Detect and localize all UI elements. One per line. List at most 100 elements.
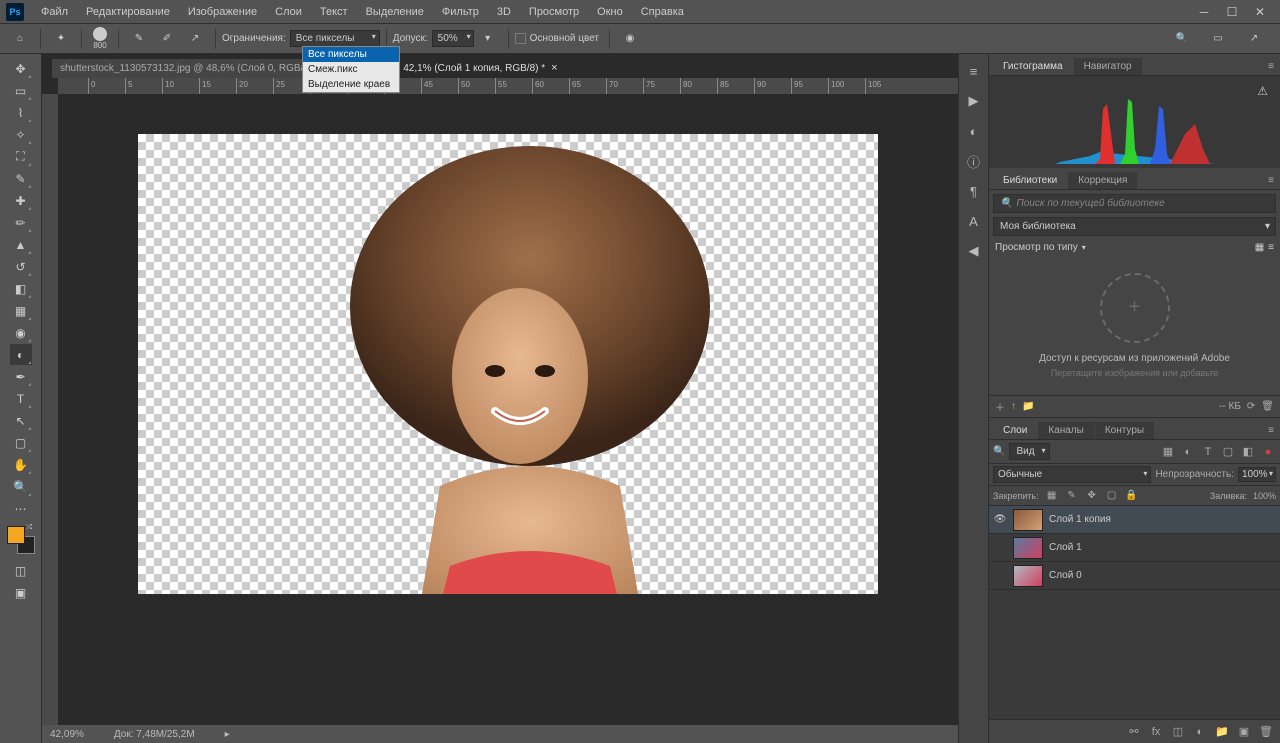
brush-settings-icon[interactable]: ✎ xyxy=(127,27,151,51)
menu-3d[interactable]: 3D xyxy=(488,2,520,22)
eraser-tool[interactable]: ◧ xyxy=(10,278,32,299)
panel-menu-icon[interactable]: ≡ xyxy=(1262,58,1280,75)
gradient-tool[interactable]: ▦ xyxy=(10,300,32,321)
adjustment-layer-icon[interactable]: ◐ xyxy=(1192,724,1208,740)
histogram-warning-icon[interactable]: ⚠ xyxy=(1257,84,1268,98)
delete-layer-icon[interactable]: 🗑 xyxy=(1258,724,1274,740)
panel-menu-icon[interactable]: ≡ xyxy=(1262,172,1280,189)
visibility-icon[interactable]: 👁 xyxy=(993,514,1007,525)
limit-option-contiguous[interactable]: Смеж.пикс xyxy=(303,62,399,77)
blur-tool[interactable]: ◉ xyxy=(10,322,32,343)
path-select-tool[interactable]: ↖ xyxy=(10,410,32,431)
foreground-color[interactable] xyxy=(7,526,25,544)
glyphs-panel-icon[interactable]: ◀ xyxy=(963,240,985,262)
layer-row[interactable]: Слой 1 xyxy=(989,534,1280,562)
limit-dropdown[interactable]: Все пикселы xyxy=(290,30,380,47)
screen-mode-tool[interactable]: ▣ xyxy=(10,582,32,603)
brush-preview[interactable]: 800 xyxy=(88,27,112,51)
zoom-tool[interactable]: 🔍 xyxy=(10,476,32,497)
tab-histogram[interactable]: Гистограмма xyxy=(993,58,1073,75)
library-selector[interactable]: Моя библиотека xyxy=(993,217,1276,236)
menu-window[interactable]: Окно xyxy=(588,2,632,22)
window-close-icon[interactable]: ✕ xyxy=(1246,2,1274,22)
edit-toolbar[interactable]: ⋯ xyxy=(10,498,32,519)
layer-thumbnail[interactable] xyxy=(1013,509,1043,531)
limit-option-find-edges[interactable]: Выделение краев xyxy=(303,77,399,92)
menu-text[interactable]: Текст xyxy=(311,2,357,22)
pressure-opacity-icon[interactable]: ◉ xyxy=(618,27,642,51)
brush-tool[interactable]: ✏ xyxy=(10,212,32,233)
sync-icon[interactable]: ⟳ xyxy=(1247,401,1255,412)
menu-layers[interactable]: Слои xyxy=(266,2,311,22)
rectangle-tool[interactable]: ▢ xyxy=(10,432,32,453)
layer-name[interactable]: Слой 1 копия xyxy=(1049,514,1111,525)
add-content-icon[interactable]: ＋ xyxy=(995,399,1005,414)
filter-type-icon[interactable]: T xyxy=(1200,444,1216,460)
menu-file[interactable]: Файл xyxy=(32,2,77,22)
move-tool[interactable]: ✥ xyxy=(10,58,32,79)
link-layers-icon[interactable]: ⚯ xyxy=(1126,724,1142,740)
doc-status[interactable]: Док: 7,48M/25,2M xyxy=(114,729,195,740)
tablet-pressure-icon[interactable]: ↗ xyxy=(183,27,207,51)
menu-edit[interactable]: Редактирование xyxy=(77,2,179,22)
layer-style-icon[interactable]: fx xyxy=(1148,724,1164,740)
menu-help[interactable]: Справка xyxy=(632,2,693,22)
quick-mask-tool[interactable]: ◫ xyxy=(10,560,32,581)
layer-row[interactable]: Слой 0 xyxy=(989,562,1280,590)
blend-mode-dropdown[interactable]: Обычные xyxy=(993,466,1151,483)
filter-shape-icon[interactable]: ▢ xyxy=(1220,444,1236,460)
status-chevron-icon[interactable]: ▸ xyxy=(225,729,230,740)
swap-colors-icon[interactable]: ⤮ xyxy=(27,524,35,532)
layer-name[interactable]: Слой 0 xyxy=(1049,570,1082,581)
tolerance-stepper-icon[interactable]: ▾ xyxy=(476,27,500,51)
layer-name[interactable]: Слой 1 xyxy=(1049,542,1082,553)
tab-channels[interactable]: Каналы xyxy=(1038,422,1094,439)
color-swatches[interactable]: ⤮ xyxy=(7,526,35,554)
filter-toggle-icon[interactable]: ● xyxy=(1260,444,1276,460)
lock-artboard-icon[interactable]: ▢ xyxy=(1105,489,1119,503)
pen-tool[interactable]: ✒ xyxy=(10,366,32,387)
fill-field[interactable]: 100% xyxy=(1253,491,1276,501)
tool-preset-icon[interactable]: ✦ xyxy=(49,27,73,51)
paragraph-panel-icon[interactable]: ¶ xyxy=(963,180,985,202)
library-search[interactable]: 🔍 Поиск по текущей библиотеке xyxy=(993,194,1276,213)
actions-panel-icon[interactable]: ▶ xyxy=(963,90,985,112)
tab-adjustments[interactable]: Коррекция xyxy=(1068,172,1137,189)
window-maximize-icon[interactable]: ☐ xyxy=(1218,2,1246,22)
workspace-icon[interactable]: ▭ xyxy=(1206,27,1230,51)
history-brush-tool[interactable]: ↺ xyxy=(10,256,32,277)
layer-thumbnail[interactable] xyxy=(1013,565,1043,587)
lock-position-icon[interactable]: ✥ xyxy=(1085,489,1099,503)
lock-transparency-icon[interactable]: ▦ xyxy=(1045,489,1059,503)
eyedropper-tool[interactable]: ✎ xyxy=(10,168,32,189)
close-icon[interactable]: × xyxy=(551,62,557,74)
tab-libraries[interactable]: Библиотеки xyxy=(993,172,1067,189)
search-icon[interactable]: 🔍 xyxy=(993,446,1005,457)
grid-view-icon[interactable]: ▦ xyxy=(1255,242,1264,253)
canvas[interactable] xyxy=(138,134,878,594)
list-view-icon[interactable]: ≡ xyxy=(1268,242,1274,253)
panel-menu-icon[interactable]: ≡ xyxy=(1262,422,1280,439)
magic-wand-tool[interactable]: ✧ xyxy=(10,124,32,145)
library-dropzone[interactable]: + Доступ к ресурсам из приложений Adobe … xyxy=(989,255,1280,395)
menu-filter[interactable]: Фильтр xyxy=(433,2,488,22)
trash-icon[interactable]: 🗑 xyxy=(1261,401,1274,412)
filter-adjust-icon[interactable]: ◐ xyxy=(1180,444,1196,460)
layer-mask-icon[interactable]: ◫ xyxy=(1170,724,1186,740)
layer-filter-kind[interactable]: Вид xyxy=(1009,443,1049,460)
crop-tool[interactable]: ⛶ xyxy=(10,146,32,167)
info-panel-icon[interactable]: ⓘ xyxy=(963,150,985,172)
adjustments-panel-icon[interactable]: ◐ xyxy=(963,120,985,142)
horizontal-ruler[interactable]: 0510152025303540455055606570758085909510… xyxy=(58,78,958,94)
properties-panel-icon[interactable]: ≡ xyxy=(963,60,985,82)
window-minimize-icon[interactable]: ─ xyxy=(1190,2,1218,22)
search-icon[interactable]: 🔍 xyxy=(1170,27,1194,51)
vertical-ruler[interactable] xyxy=(42,94,58,727)
group-icon[interactable]: 📁 xyxy=(1214,724,1230,740)
hand-tool[interactable]: ✋ xyxy=(10,454,32,475)
menu-select[interactable]: Выделение xyxy=(357,2,433,22)
tab-paths[interactable]: Контуры xyxy=(1095,422,1154,439)
menu-view[interactable]: Просмотр xyxy=(520,2,588,22)
dodge-tool[interactable]: ◐ xyxy=(10,344,32,365)
type-tool[interactable]: T xyxy=(10,388,32,409)
